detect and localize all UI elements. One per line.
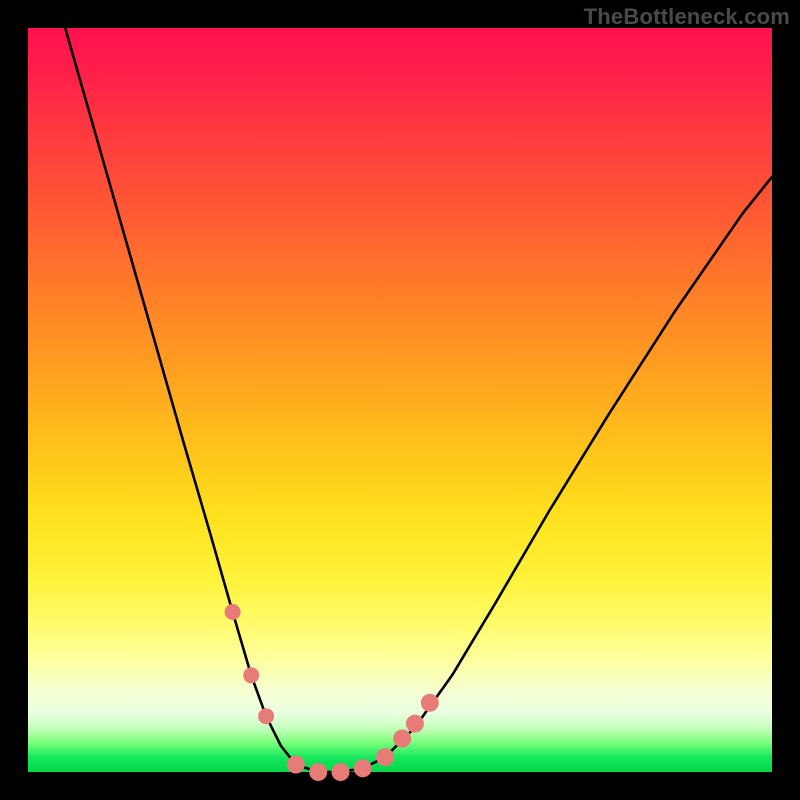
watermark-text: TheBottleneck.com bbox=[584, 4, 790, 30]
left-dot-3 bbox=[258, 708, 274, 724]
chart-frame: TheBottleneck.com bbox=[0, 0, 800, 800]
trough-2 bbox=[309, 763, 327, 781]
bottleneck-curve bbox=[65, 28, 772, 772]
curve-layer bbox=[28, 28, 772, 772]
right-dot-1 bbox=[376, 748, 394, 766]
left-dot-2 bbox=[243, 667, 259, 683]
right-dot-3 bbox=[406, 715, 424, 733]
trough-3 bbox=[332, 763, 350, 781]
trough-4 bbox=[354, 759, 372, 777]
right-dot-4 bbox=[421, 694, 439, 712]
right-dot-2 bbox=[393, 730, 411, 748]
trough-1 bbox=[287, 756, 305, 774]
plot-area bbox=[28, 28, 772, 772]
left-dot-1 bbox=[225, 604, 241, 620]
